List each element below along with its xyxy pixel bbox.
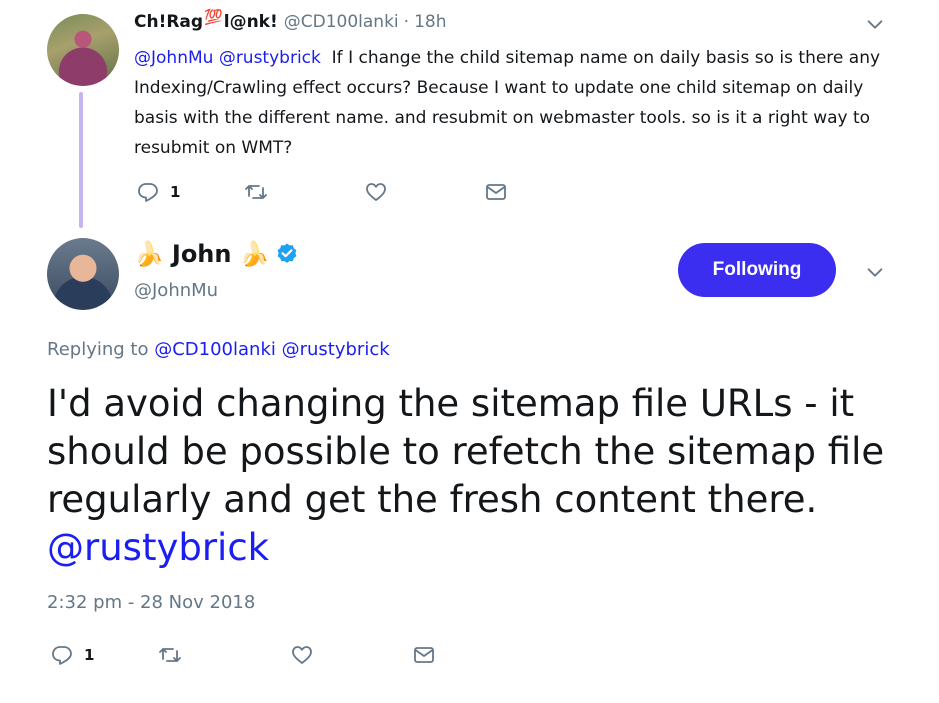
direct-message-button[interactable] [484, 180, 508, 204]
parent-tweet-time[interactable]: 18h [414, 12, 446, 32]
following-button[interactable]: Following [678, 243, 836, 297]
parent-author-name[interactable]: Ch!Rag [134, 12, 203, 32]
parent-tweet-actions: 1 [136, 180, 508, 204]
retweet-icon [244, 180, 268, 204]
main-author-avatar[interactable] [47, 238, 119, 310]
hundred-points-emoji: 💯 [204, 8, 223, 26]
thread-connector-line [79, 92, 83, 228]
banana-emoji: 🍌 [239, 240, 270, 268]
retweet-button[interactable] [158, 643, 290, 667]
parent-tweet-header: Ch!Rag 💯 l@nk! @CD100lanki · 18h [134, 8, 446, 38]
parent-tweet-menu-chevron-down-icon[interactable] [864, 14, 886, 36]
envelope-icon [484, 180, 508, 204]
replying-to-mention[interactable]: @CD100lanki [154, 339, 276, 360]
main-tweet-menu-chevron-down-icon[interactable] [864, 262, 886, 284]
direct-message-button[interactable] [412, 643, 436, 667]
reply-icon [50, 643, 74, 667]
main-tweet-text: I'd avoid changing the sitemap file URLs… [47, 380, 927, 572]
main-author-name-row[interactable]: 🍌 John 🍌 [134, 240, 299, 268]
parent-author-name-suffix[interactable]: l@nk! [224, 12, 278, 32]
main-author-name[interactable]: John [172, 240, 232, 268]
main-tweet-timestamp[interactable]: 2:32 pm - 28 Nov 2018 [47, 592, 255, 613]
mention-link[interactable]: @rustybrick [219, 48, 321, 68]
parent-author-avatar[interactable] [47, 14, 119, 86]
replying-to-label: Replying to [47, 339, 149, 360]
main-tweet-actions: 1 [50, 643, 436, 667]
envelope-icon [412, 643, 436, 667]
header-separator: · [403, 12, 410, 32]
heart-icon [290, 643, 314, 667]
retweet-button[interactable] [244, 180, 364, 204]
verified-badge-icon [275, 242, 299, 266]
retweet-icon [158, 643, 182, 667]
parent-author-handle[interactable]: @CD100lanki [284, 12, 399, 32]
replying-to-line: Replying to @CD100lanki @rustybrick [47, 339, 390, 360]
reply-button[interactable]: 1 [50, 643, 158, 667]
reply-icon [136, 180, 160, 204]
reply-count: 1 [84, 646, 95, 664]
main-tweet-body: I'd avoid changing the sitemap file URLs… [47, 382, 885, 521]
heart-icon [364, 180, 388, 204]
like-button[interactable] [364, 180, 484, 204]
reply-button[interactable]: 1 [136, 180, 244, 204]
parent-tweet-text: @JohnMu @rustybrick If I change the chil… [134, 43, 904, 163]
main-tweet-mention-link[interactable]: @rustybrick [47, 526, 269, 569]
reply-count: 1 [170, 183, 181, 201]
replying-to-mention[interactable]: @rustybrick [282, 339, 390, 360]
main-author-handle[interactable]: @JohnMu [134, 280, 218, 301]
mention-link[interactable]: @JohnMu [134, 48, 213, 68]
like-button[interactable] [290, 643, 412, 667]
banana-emoji: 🍌 [134, 240, 164, 268]
